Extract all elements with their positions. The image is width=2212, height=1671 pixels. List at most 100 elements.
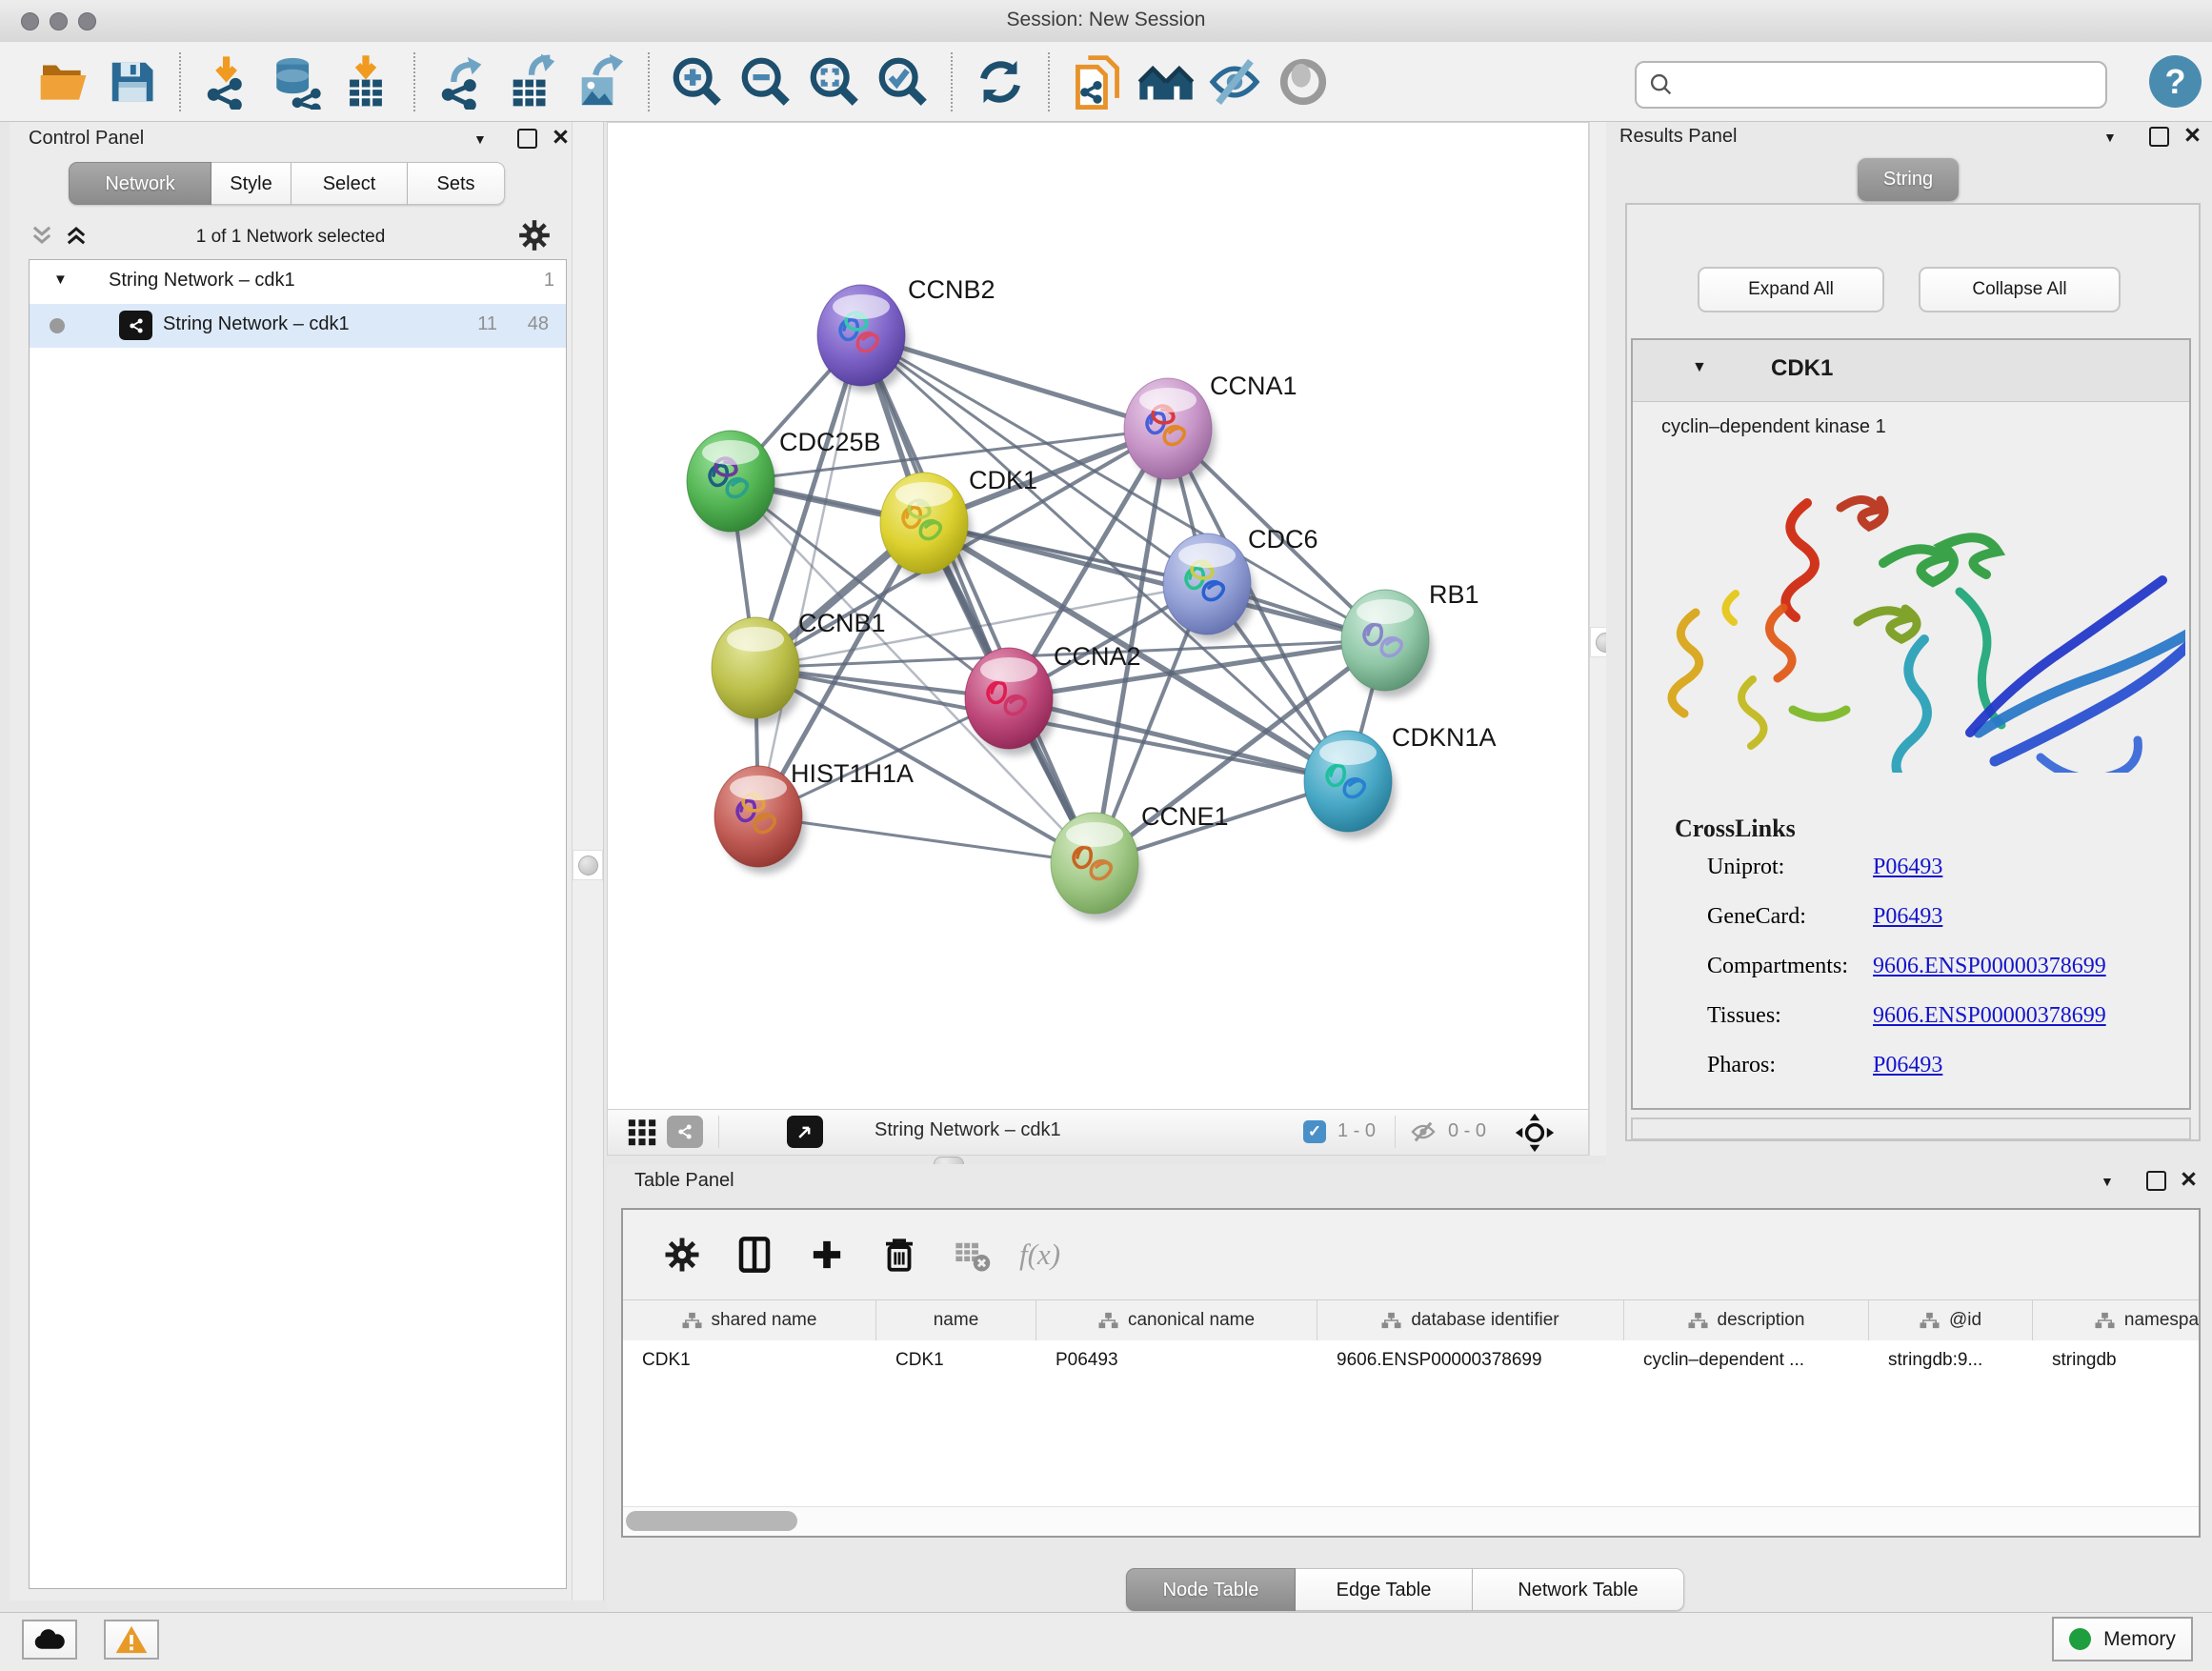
string-network-badge-icon [119,311,152,340]
create-column-icon[interactable] [802,1230,852,1279]
tab-select[interactable]: Select [292,162,408,205]
column-header-namespace[interactable]: namespace [2033,1300,2201,1340]
network-row-selected[interactable]: String Network – cdk1 11 48 [30,304,566,348]
collapse-triangle-icon[interactable]: ▼ [53,272,68,288]
column-header-name[interactable]: name [876,1300,1036,1340]
network-canvas[interactable]: CCNB2CCNA1CDC25BCDK1CDC6RB1CCNB1CCNA2CDK… [608,123,1588,1110]
cell[interactable]: stringdb [2033,1340,2201,1380]
tab-string[interactable]: String [1858,158,1959,201]
hidden-eye-icon[interactable] [1408,1118,1438,1145]
panel-menu-icon[interactable]: ▼ [2103,130,2117,145]
crosslink-value[interactable]: P06493 [1873,1053,1942,1078]
collapse-triangle-icon[interactable]: ▼ [1692,359,1707,376]
import-network-from-file-icon[interactable] [200,52,257,111]
network-selection-info: 1 of 1 Network selected [10,227,572,248]
cell[interactable]: CDK1 [876,1340,1036,1380]
column-header-label: namespace [2124,1310,2201,1331]
network-collection-row[interactable]: ▼ String Network – cdk1 1 [30,260,566,304]
warnings-button[interactable] [104,1620,159,1660]
crosslink-value[interactable]: P06493 [1873,855,1942,880]
birdseye-crosshair-icon[interactable] [1515,1113,1555,1153]
save-session-icon[interactable] [103,52,160,111]
node-label: HIST1H1A [791,759,914,788]
zoom-in-icon[interactable] [669,52,726,111]
show-columns-icon[interactable] [730,1230,779,1279]
node-label: CDC25B [779,428,881,456]
table-empty-area [623,1380,2199,1507]
cdk1-result-card: ▼ CDK1 cyclin–dependent kinase 1 CrossLi… [1631,338,2191,1110]
tab-network[interactable]: Network [69,162,211,205]
node-label: CCNB2 [908,275,995,304]
crosslink-row: Tissues:9606.ENSP00000378699 [1633,1003,2189,1053]
panel-menu-icon[interactable]: ▼ [473,131,487,147]
search-box [1635,61,2107,109]
import-table-from-file-icon[interactable] [337,52,394,111]
zoom-out-icon[interactable] [737,52,794,111]
scrollbar-thumb[interactable] [626,1511,797,1531]
zoom-selected-region-icon[interactable] [875,52,932,111]
horizontal-scrollbar[interactable] [623,1506,2199,1536]
tab-style[interactable]: Style [211,162,292,205]
cell[interactable]: CDK1 [623,1340,876,1380]
panel-close-icon[interactable]: × [2184,128,2201,144]
cell[interactable]: 9606.ENSP00000378699 [1317,1340,1624,1380]
window-title: Session: New Session [0,9,2212,31]
help-button[interactable]: ? [2149,55,2202,108]
panel-close-icon[interactable]: × [2181,1172,2197,1188]
column-header--id[interactable]: @id [1869,1300,2033,1340]
cloud-button[interactable] [22,1620,77,1660]
show-starter-panel-icon[interactable] [1137,52,1195,111]
clone-network-icon[interactable] [1069,52,1126,111]
left-splitter-grip[interactable] [573,850,603,880]
crosslink-value[interactable]: P06493 [1873,904,1942,930]
panel-float-icon[interactable] [2146,1171,2166,1191]
panel-float-icon[interactable] [517,129,537,149]
crosslink-label: Pharos: [1707,1053,1776,1078]
tab-node-table[interactable]: Node Table [1126,1568,1296,1611]
column-header-canonical-name[interactable]: canonical name [1036,1300,1317,1340]
open-session-icon[interactable] [34,52,91,111]
export-table-icon[interactable] [503,52,560,111]
hidden-counts: 0 - 0 [1448,1120,1486,1142]
column-header-shared-name[interactable]: shared name [623,1300,876,1340]
memory-button[interactable]: Memory [2052,1617,2193,1661]
highlight-icon[interactable] [1275,52,1332,111]
hide-selected-icon[interactable] [1206,52,1263,111]
zoom-fit-content-icon[interactable] [806,52,863,111]
search-input[interactable] [1675,73,2105,97]
string-view-badge-icon[interactable] [667,1116,703,1148]
panel-float-icon[interactable] [2149,127,2169,147]
cdk1-card-header[interactable]: ▼ CDK1 [1633,340,2189,402]
cell[interactable]: stringdb:9... [1869,1340,2033,1380]
panel-menu-icon[interactable]: ▼ [2101,1174,2114,1189]
crosslink-value[interactable]: 9606.ENSP00000378699 [1873,1003,2106,1029]
detach-view-icon[interactable] [787,1116,823,1148]
control-panel: Control Panel ▼ × Network Style Select S… [10,122,572,1601]
tab-edge-table[interactable]: Edge Table [1296,1568,1473,1611]
crosslink-row: Uniprot:P06493 [1633,855,2189,904]
crosslink-value[interactable]: 9606.ENSP00000378699 [1873,954,2106,979]
export-network-icon[interactable] [434,52,492,111]
panel-close-icon[interactable]: × [553,130,569,146]
grid-mode-icon[interactable] [625,1116,659,1148]
export-image-icon[interactable] [572,52,629,111]
column-header-description[interactable]: description [1624,1300,1869,1340]
table-options-gear-icon[interactable] [657,1230,707,1279]
network-options-gear-icon[interactable] [516,217,553,253]
table-row[interactable]: CDK1CDK1P064939606.ENSP00000378699cyclin… [623,1340,2201,1380]
shared-column-icon [1920,1312,1940,1329]
cell[interactable]: P06493 [1036,1340,1317,1380]
cell[interactable]: cyclin–dependent ... [1624,1340,1869,1380]
collapse-all-button[interactable]: Collapse All [1919,267,2121,312]
selected-checkbox-icon[interactable]: ✓ [1303,1120,1326,1143]
apply-preferred-layout-icon[interactable] [972,52,1029,111]
cytoscape-window: Session: New Session [0,0,2212,1671]
expand-all-button[interactable]: Expand All [1698,267,1884,312]
column-header-database-identifier[interactable]: database identifier [1317,1300,1624,1340]
node-label: CCNB1 [798,609,886,637]
tab-network-table[interactable]: Network Table [1473,1568,1684,1611]
delete-columns-icon[interactable] [875,1230,924,1279]
crosslinks-list: Uniprot:P06493GeneCard:P06493Compartment… [1633,855,2189,1102]
import-network-from-database-icon[interactable] [269,52,326,111]
tab-sets[interactable]: Sets [408,162,505,205]
